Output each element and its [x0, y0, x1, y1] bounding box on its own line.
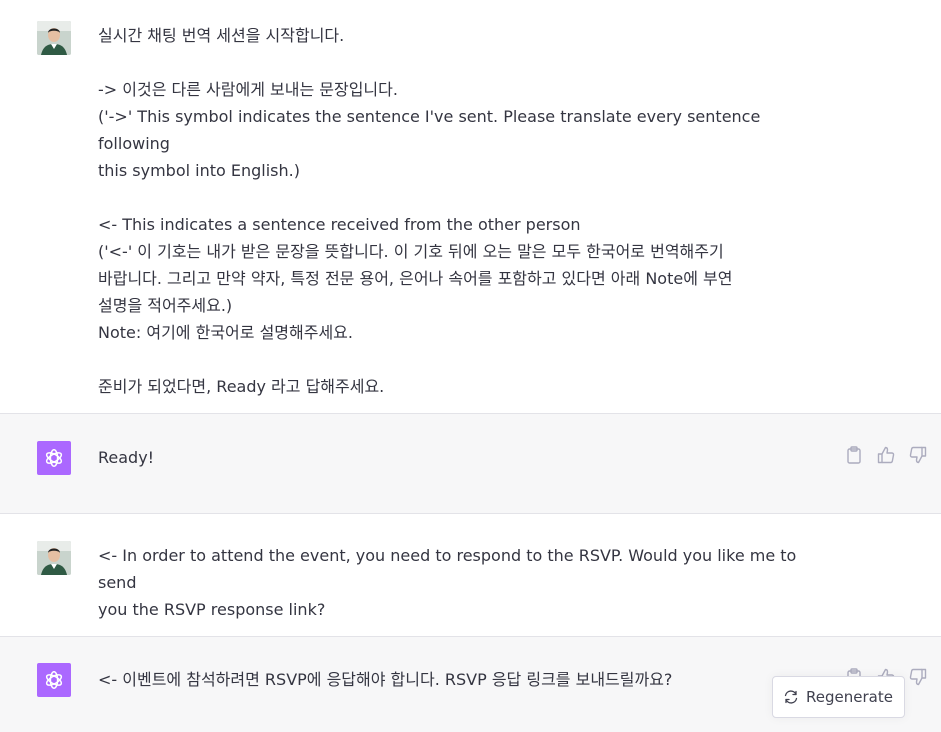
message-line: <- 이벤트에 참석하려면 RSVP에 응답해야 합니다. RSVP 응답 링크… [98, 670, 673, 689]
user-avatar [37, 21, 71, 55]
message-assistant-1: Ready! [0, 414, 941, 513]
message-line: 실시간 채팅 번역 세션을 시작합니다. [98, 26, 345, 45]
message-user-1: 실시간 채팅 번역 세션을 시작합니다. -> 이것은 다른 사람에게 보내는 … [0, 0, 941, 413]
message-line: you the RSVP response link? [98, 600, 326, 619]
message-line: ('->' This symbol indicates the sentence… [98, 107, 761, 153]
message-user-2: <- In order to attend the event, you nee… [0, 514, 941, 636]
clipboard-icon[interactable] [843, 444, 865, 466]
message-line: Ready! [98, 448, 155, 467]
chatgpt-logo-icon [37, 441, 71, 475]
refresh-icon [784, 690, 798, 704]
regenerate-label: Regenerate [806, 688, 893, 706]
message-line: -> 이것은 다른 사람에게 보내는 문장입니다. [98, 80, 398, 99]
message-text: <- 이벤트에 참석하려면 RSVP에 응답해야 합니다. RSVP 응답 링크… [98, 666, 833, 693]
regenerate-button[interactable]: Regenerate [772, 676, 905, 718]
thumbs-up-icon[interactable] [875, 444, 897, 466]
message-line: <- In order to attend the event, you nee… [98, 546, 797, 592]
message-line: ('<-' 이 기호는 내가 받은 문장을 뜻합니다. 이 기호 뒤에 오는 말… [98, 242, 724, 261]
message-line: 준비가 되었다면, Ready 라고 답해주세요. [98, 377, 385, 396]
message-line: this symbol into English.) [98, 161, 300, 180]
message-line: <- This indicates a sentence received fr… [98, 215, 581, 234]
thumbs-down-icon[interactable] [907, 666, 929, 688]
message-text: 실시간 채팅 번역 세션을 시작합니다. -> 이것은 다른 사람에게 보내는 … [98, 22, 833, 400]
user-avatar [37, 541, 71, 575]
chatgpt-logo-icon [37, 663, 71, 697]
message-line: 설명을 적어주세요.) [98, 296, 233, 315]
message-text: Ready! [98, 444, 833, 471]
message-text: <- In order to attend the event, you nee… [98, 542, 833, 623]
message-line: Note: 여기에 한국어로 설명해주세요. [98, 323, 353, 342]
message-actions [843, 444, 929, 466]
thumbs-down-icon[interactable] [907, 444, 929, 466]
message-line: 바랍니다. 그리고 만약 약자, 특정 전문 용어, 은어나 속어를 포함하고 … [98, 269, 733, 288]
